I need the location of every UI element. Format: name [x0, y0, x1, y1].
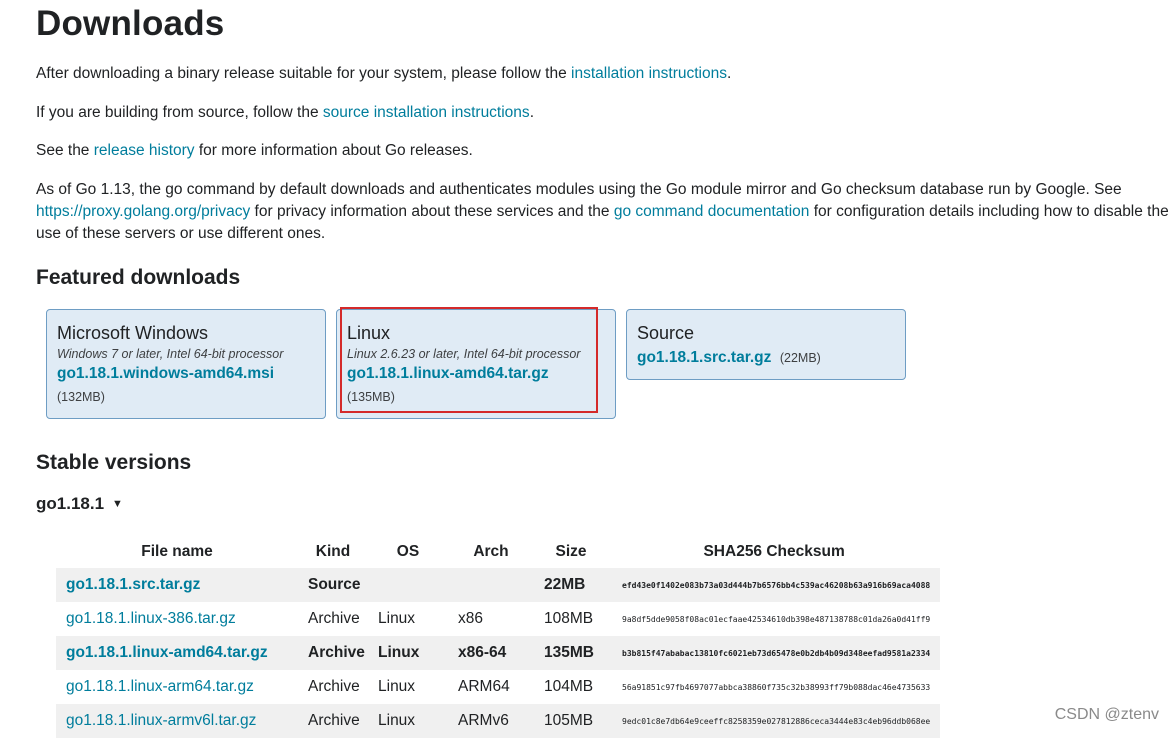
card-os-name: Linux [347, 323, 391, 343]
file-link[interactable]: go1.18.1.linux-armv6l.tar.gz [66, 712, 256, 729]
intro-text: . [529, 104, 534, 121]
intro-paragraph-1: After downloading a binary release suita… [36, 63, 731, 85]
file-cell: go1.18.1.linux-386.tar.gz [56, 602, 298, 636]
intro-text: See the [36, 142, 94, 159]
size-cell: 22MB [534, 568, 608, 602]
installation-instructions-link[interactable]: installation instructions [571, 65, 727, 82]
intro-paragraph-3: See the release history for more informa… [36, 140, 473, 162]
file-cell: go1.18.1.src.tar.gz [56, 568, 298, 602]
arch-cell: x86 [458, 610, 483, 627]
file-cell: go1.18.1.linux-arm64.tar.gz [56, 670, 298, 704]
card-description: Linux 2.6.23 or later, Intel 64-bit proc… [347, 347, 581, 361]
release-history-link[interactable]: release history [94, 142, 195, 159]
arch-cell: ARM64 [458, 678, 510, 695]
version-toggle[interactable]: go1.18.1 ▼ [36, 494, 123, 514]
file-link[interactable]: go1.18.1.linux-386.tar.gz [66, 610, 236, 627]
file-link[interactable]: go1.18.1.linux-arm64.tar.gz [66, 678, 254, 695]
card-description: Windows 7 or later, Intel 64-bit process… [57, 347, 284, 361]
page-title: Downloads [36, 4, 225, 43]
stable-versions-heading: Stable versions [36, 451, 192, 474]
os-cell: Linux [378, 610, 416, 627]
table-row: go1.18.1.linux-386.tar.gz Archive Linux … [56, 602, 940, 636]
os-cell [368, 568, 448, 602]
card-filename: go1.18.1.linux-amd64.tar.gz [347, 365, 549, 382]
kind-cell: Archive [308, 610, 360, 627]
card-size: (135MB) [347, 390, 395, 404]
size-cell: 108MB [544, 610, 594, 627]
checksum-cell: 9a8df5dde9058f08ac01ecfaae42534610db398e… [622, 614, 931, 624]
card-size: (22MB) [779, 351, 821, 365]
arch-cell [448, 568, 534, 602]
download-card-linux[interactable]: Linux Linux 2.6.23 or later, Intel 64-bi… [336, 309, 616, 419]
table-row: go1.18.1.linux-amd64.tar.gz Archive Linu… [56, 636, 941, 670]
column-header: OS [396, 543, 420, 560]
file-link[interactable]: go1.18.1.linux-amd64.tar.gz [66, 644, 268, 661]
intro-text: for privacy information about these serv… [250, 203, 614, 220]
size-cell: 135MB [534, 636, 608, 670]
version-label: go1.18.1 [36, 494, 105, 513]
card-filename: go1.18.1.windows-amd64.msi [57, 365, 275, 382]
kind-cell: Archive [308, 678, 360, 695]
card-os-name: Microsoft Windows [57, 323, 209, 343]
go-command-docs-link[interactable]: go command documentation [614, 203, 810, 220]
featured-downloads-heading: Featured downloads [36, 266, 241, 289]
table-row: go1.18.1.src.tar.gz Source 22MB efd43e0f… [56, 568, 941, 602]
card-size: (132MB) [57, 390, 105, 404]
arch-cell: x86-64 [448, 636, 534, 670]
table-header-row: File name Kind OS Arch Size SHA256 Check… [56, 536, 940, 568]
intro-paragraph-4: As of Go 1.13, the go command by default… [36, 179, 1175, 245]
os-cell: Linux [368, 636, 448, 670]
checksum-cell: b3b815f47ababac13810fc6021eb73d65478e0b2… [608, 636, 941, 670]
intro-text: for more information about Go releases. [194, 142, 473, 159]
checksum-cell: efd43e0f1402e083b73a03d444b7b6576bb4c539… [608, 568, 941, 602]
intro-text: . [727, 65, 732, 82]
column-header: SHA256 Checksum [703, 543, 845, 560]
size-cell: 104MB [544, 678, 594, 695]
column-header: Size [555, 543, 587, 560]
caret-down-icon: ▼ [112, 498, 123, 510]
column-header: Arch [473, 543, 509, 560]
csdn-watermark: CSDN @ztenv [1054, 706, 1159, 723]
card-source-line: go1.18.1.src.tar.gz (22MB) [637, 348, 895, 368]
column-header: File name [141, 543, 213, 560]
file-cell: go1.18.1.linux-amd64.tar.gz [56, 636, 298, 670]
intro-text: If you are building from source, follow … [36, 104, 323, 121]
os-cell: Linux [378, 678, 416, 695]
checksum-cell: 56a91851c97fb4697077abbca38860f735c32b38… [622, 682, 931, 692]
download-card-source[interactable]: Source go1.18.1.src.tar.gz (22MB) [626, 309, 906, 380]
card-os-name: Source [637, 323, 695, 343]
source-installation-link[interactable]: source installation instructions [323, 104, 530, 121]
intro-text: As of Go 1.13, the go command by default… [36, 181, 1122, 198]
card-filename: go1.18.1.src.tar.gz [637, 349, 772, 366]
kind-cell: Archive [298, 636, 368, 670]
table-row: go1.18.1.linux-arm64.tar.gz Archive Linu… [56, 670, 940, 704]
downloads-table: File name Kind OS Arch Size SHA256 Check… [56, 536, 941, 738]
proxy-privacy-link[interactable]: https://proxy.golang.org/privacy [36, 203, 250, 220]
kind-cell: Source [298, 568, 368, 602]
intro-paragraph-2: If you are building from source, follow … [36, 102, 534, 124]
column-header: Kind [315, 543, 351, 560]
intro-text: After downloading a binary release suita… [36, 65, 572, 82]
file-link[interactable]: go1.18.1.src.tar.gz [66, 576, 200, 593]
download-card-windows[interactable]: Microsoft Windows Windows 7 or later, In… [46, 309, 326, 419]
